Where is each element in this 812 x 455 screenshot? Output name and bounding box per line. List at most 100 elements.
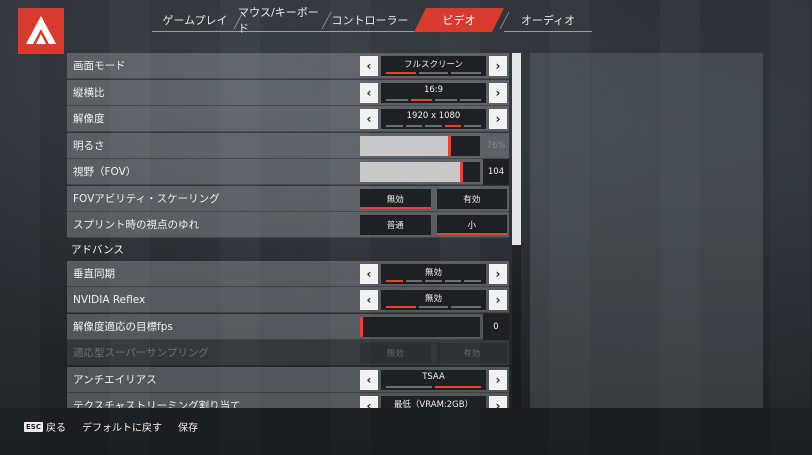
tab-label: ビデオ <box>442 14 476 27</box>
chevron-right-icon[interactable]: › <box>489 109 507 129</box>
save-label: 保存 <box>177 423 198 434</box>
setting-label: 視野（FOV） <box>73 166 137 178</box>
footer-actions: ESC 戻る デフォルトに戻す 保存 <box>24 419 198 434</box>
reset-defaults-button[interactable]: デフォルトに戻す <box>82 419 162 434</box>
option-segment <box>444 125 462 127</box>
option-segments <box>386 306 482 308</box>
chevron-left-icon[interactable]: ‹ <box>360 396 378 408</box>
option-segments <box>386 279 481 282</box>
option-segment <box>435 385 481 388</box>
setting-label: テクスチャストリーミング割り当て <box>73 400 241 408</box>
setting-label: 解像度 <box>73 113 105 125</box>
chevron-left-icon[interactable]: ‹ <box>360 56 378 76</box>
option-minimal[interactable]: 小 <box>436 215 507 235</box>
option-segment <box>464 125 481 127</box>
option-segments <box>386 72 482 74</box>
selector-value: 無効 <box>424 267 442 278</box>
selector-value-box: TSAA <box>381 369 486 390</box>
save-button[interactable]: 保存 <box>178 419 198 434</box>
slider-thumb[interactable] <box>360 316 363 337</box>
anti-aliasing-selector: ‹ TSAA › <box>360 369 507 390</box>
slider-thumb[interactable] <box>448 135 451 156</box>
setting-display-mode: 画面モード ‹ フルスクリーン › <box>67 53 509 79</box>
setting-anti-aliasing: アンチエイリアス ‹ TSAA › <box>67 366 509 393</box>
selector-value: TSAA <box>422 371 445 382</box>
vsync-selector: ‹ 無効 › <box>360 263 507 284</box>
setting-label: 明るさ <box>73 139 105 152</box>
slider-fill <box>360 135 451 156</box>
section-heading-advanced: アドバンス <box>71 243 124 256</box>
setting-nvidia-reflex: NVIDIA Reflex ‹ 無効 › <box>67 287 509 313</box>
selector-value-box: 16:9 <box>381 82 486 103</box>
option-segment <box>418 306 449 308</box>
selector-value-box: フルスクリーン <box>381 56 486 76</box>
chevron-left-icon[interactable]: ‹ <box>360 263 378 284</box>
sprint-view-shake-toggle: 普通 小 <box>360 215 507 235</box>
option-segments <box>386 98 481 101</box>
setting-label: 縦横比 <box>73 86 105 99</box>
setting-brightness: 明るさ 76% <box>67 132 509 159</box>
option-segment <box>418 72 449 74</box>
setting-label: 解像度適応の目標fps <box>73 320 173 333</box>
setting-adaptive-fps: 解像度適応の目標fps 0 <box>67 313 509 340</box>
option-segment <box>444 279 462 282</box>
nvidia-reflex-selector: ‹ 無効 › <box>360 290 507 310</box>
setting-label: スプリント時の視点のゆれ <box>73 219 199 231</box>
tab-video[interactable]: ビデオ <box>414 8 504 32</box>
tab-label: オーディオ <box>520 13 576 27</box>
setting-fov: 視野（FOV） 104 <box>67 159 509 185</box>
option-enabled: 有効 <box>436 343 507 363</box>
back-label: 戻る <box>45 423 66 434</box>
option-normal[interactable]: 普通 <box>360 215 431 235</box>
option-segment <box>451 72 482 74</box>
tab-controller[interactable]: コントローラー <box>326 8 414 32</box>
option-disabled[interactable]: 無効 <box>360 188 431 209</box>
brightness-value: 76% <box>486 140 506 151</box>
chevron-right-icon[interactable]: › <box>489 290 507 310</box>
texture-streaming-selector: ‹ 最低（VRAM:2GB） › <box>360 396 507 408</box>
settings-scrollbar[interactable] <box>512 53 521 408</box>
option-enabled[interactable]: 有効 <box>436 188 507 209</box>
fov-slider[interactable] <box>360 162 480 182</box>
tab-gameplay[interactable]: ゲームプレイ <box>152 8 238 32</box>
tab-audio[interactable]: オーディオ <box>504 8 592 32</box>
chevron-right-icon[interactable]: › <box>489 56 507 76</box>
setting-label: 画面モード <box>73 60 126 72</box>
selector-value: 最低（VRAM:2GB） <box>393 400 474 408</box>
setting-fov-ability-scaling: FOVアビリティ・スケーリング 無効 有効 <box>67 185 509 212</box>
setting-sprint-view-shake: スプリント時の視点のゆれ 普通 小 <box>67 212 509 238</box>
display-mode-selector: ‹ フルスクリーン › <box>360 56 507 76</box>
selector-value: 無効 <box>424 294 442 304</box>
selector-value-box: 最低（VRAM:2GB） <box>381 396 486 408</box>
setting-label: NVIDIA Reflex <box>73 294 146 306</box>
chevron-right-icon[interactable]: › <box>489 369 507 390</box>
tab-label: コントローラー <box>331 13 409 27</box>
reset-defaults-label: デフォルトに戻す <box>81 423 162 434</box>
chevron-left-icon[interactable]: ‹ <box>360 82 378 103</box>
selector-value-box: 無効 <box>381 290 486 310</box>
adaptive-fps-slider[interactable] <box>360 316 480 337</box>
slider-fill <box>360 162 463 182</box>
setting-label: FOVアビリティ・スケーリング <box>73 192 220 205</box>
chevron-right-icon[interactable]: › <box>489 263 507 284</box>
chevron-left-icon[interactable]: ‹ <box>360 290 378 310</box>
setting-label: 垂直同期 <box>73 267 115 280</box>
chevron-left-icon[interactable]: ‹ <box>360 369 378 390</box>
tab-mouse-keyboard[interactable]: マウス/キーボード <box>238 6 326 35</box>
chevron-left-icon[interactable]: ‹ <box>360 109 378 129</box>
slider-thumb[interactable] <box>460 162 463 182</box>
esc-key-icon: ESC <box>24 421 43 432</box>
setting-resolution: 解像度 ‹ 1920 x 1080 › <box>67 106 509 132</box>
chevron-right-icon[interactable]: › <box>489 82 507 103</box>
tab-bar: ゲームプレイ マウス/キーボード コントローラー ビデオ オーディオ <box>152 6 592 35</box>
scrollbar-thumb[interactable] <box>512 53 521 245</box>
apex-logo <box>18 8 64 54</box>
chevron-right-icon[interactable]: › <box>489 396 507 408</box>
adaptive-supersampling-toggle: 無効 有効 <box>360 343 507 363</box>
selector-value-box: 1920 x 1080 <box>381 109 486 129</box>
setting-adaptive-supersampling: 適応型スーパーサンプリング 無効 有効 <box>67 340 509 366</box>
brightness-slider[interactable] <box>360 135 480 156</box>
selector-value: 16:9 <box>423 84 444 95</box>
option-segment <box>451 306 482 308</box>
back-button[interactable]: ESC 戻る <box>24 419 66 434</box>
